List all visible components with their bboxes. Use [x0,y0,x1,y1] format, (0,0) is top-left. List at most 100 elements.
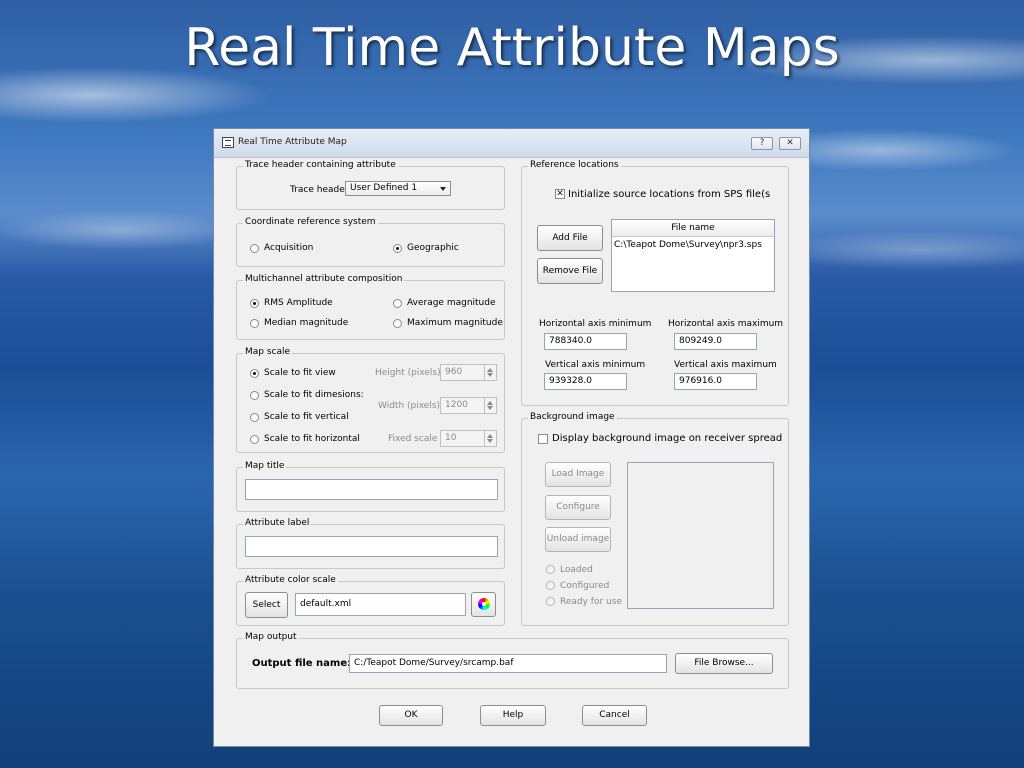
trace-header-group-title: Trace header containing attribute [243,160,398,170]
status-ready-label: Ready for use [560,597,622,607]
map-output-group-title: Map output [243,632,299,642]
scale-fit-view-label: Scale to fit view [264,368,336,378]
slide-title: Real Time Attribute Maps [184,18,840,78]
height-pixels-value: 960 [445,367,463,377]
v-axis-max-label: Vertical axis maximum [674,360,777,370]
close-icon[interactable]: ✕ [779,137,801,150]
median-magnitude-radio[interactable] [250,319,259,328]
arrow-up-icon [487,368,493,372]
scale-fit-dimensions-label: Scale to fit dimesions: [264,390,364,400]
maximum-magnitude-radio[interactable] [393,319,402,328]
average-magnitude-radio[interactable] [393,299,402,308]
multichannel-group-title: Multichannel attribute composition [243,274,405,284]
crs-group-title: Coordinate reference system [243,217,378,227]
background-image-group: Background image Display background imag… [521,412,789,626]
crs-acquisition-radio[interactable] [250,244,259,253]
map-title-group: Map title [236,461,505,512]
rms-amplitude-radio[interactable] [250,299,259,308]
init-sps-label: Initialize source locations from SPS fil… [568,189,771,200]
trace-header-label: Trace header [290,185,349,195]
reference-locations-group: Reference locations ✕ Initialize source … [521,160,789,406]
arrow-up-icon [487,401,493,405]
height-stepper[interactable] [484,365,496,380]
chevron-down-icon [440,187,446,191]
map-title-input[interactable] [245,479,498,500]
display-background-checkbox[interactable] [538,434,548,444]
output-file-input[interactable]: C:/Teapot Dome/Survey/srcamp.baf [349,654,667,673]
trace-header-select[interactable]: User Defined 1 [345,181,451,196]
sps-file-list[interactable]: File name C:\Teapot Dome\Survey\npr3.sps [611,219,775,292]
status-configured-radio[interactable] [546,581,555,590]
attribute-label-group: Attribute label [236,518,505,569]
output-file-label: Output file name: [252,658,352,669]
v-axis-min-label: Vertical axis minimum [545,360,646,370]
crs-geographic-label: Geographic [407,243,459,253]
scale-fit-vertical-label: Scale to fit vertical [264,412,349,422]
cancel-button[interactable]: Cancel [582,705,647,726]
help-title-button[interactable]: ? [751,137,773,150]
scale-fit-horizontal-label: Scale to fit horizontal [264,434,360,444]
status-loaded-radio[interactable] [546,565,555,574]
init-sps-checkbox[interactable]: ✕ [555,189,565,199]
help-button[interactable]: Help [480,705,546,726]
load-image-button[interactable]: Load Image [545,462,611,487]
ok-button[interactable]: OK [379,705,443,726]
color-picker-button[interactable] [471,592,496,617]
color-scale-group: Attribute color scale Select default.xml [236,575,505,626]
trace-header-selected: User Defined 1 [350,183,418,193]
v-axis-max-input[interactable]: 976916.0 [674,373,757,390]
color-scale-file-input[interactable]: default.xml [295,593,466,616]
remove-file-button[interactable]: Remove File [537,258,603,284]
status-ready-radio[interactable] [546,597,555,606]
scale-fit-dimensions-radio[interactable] [250,391,259,400]
fixed-scale-stepper[interactable] [484,431,496,446]
fixed-scale-spinbox[interactable]: 10 [440,430,497,447]
average-magnitude-label: Average magnitude [407,298,496,308]
dialog-titlebar: Real Time Attribute Map ? ✕ [214,129,809,158]
v-axis-min-input[interactable]: 939328.0 [544,373,627,390]
multichannel-group: Multichannel attribute composition RMS A… [236,274,505,340]
maximum-magnitude-label: Maximum magnitude [407,318,503,328]
median-magnitude-label: Median magnitude [264,318,349,328]
file-list-item[interactable]: C:\Teapot Dome\Survey\npr3.sps [614,238,762,252]
crs-acquisition-label: Acquisition [264,243,314,253]
status-loaded-label: Loaded [560,565,593,575]
width-pixels-spinbox[interactable]: 1200 [440,397,497,414]
crs-group: Coordinate reference system Acquisition … [236,217,505,267]
scale-fit-horizontal-radio[interactable] [250,435,259,444]
color-wheel-icon [478,598,490,610]
map-scale-group-title: Map scale [243,347,293,357]
fixed-scale-label: Fixed scale [388,434,438,444]
scale-fit-view-radio[interactable] [250,369,259,378]
fixed-scale-value: 10 [445,433,457,443]
file-name-column-header[interactable]: File name [612,220,774,237]
width-pixels-value: 1200 [445,400,468,410]
trace-header-group: Trace header containing attribute Trace … [236,160,505,210]
h-axis-max-input[interactable]: 809249.0 [674,333,757,350]
color-scale-group-title: Attribute color scale [243,575,338,585]
height-pixels-spinbox[interactable]: 960 [440,364,497,381]
height-pixels-label: Height (pixels) [375,368,441,378]
select-color-scale-button[interactable]: Select [245,592,288,618]
width-stepper[interactable] [484,398,496,413]
status-configured-label: Configured [560,581,610,591]
background-image-preview [627,462,774,609]
arrow-down-icon [487,373,493,377]
file-browse-button[interactable]: File Browse... [675,653,773,674]
crs-geographic-radio[interactable] [393,244,402,253]
attribute-label-input[interactable] [245,536,498,557]
map-output-group: Map output Output file name: C:/Teapot D… [236,632,789,689]
h-axis-min-label: Horizontal axis minimum [539,319,652,329]
dialog-title: Real Time Attribute Map [238,137,347,147]
add-file-button[interactable]: Add File [537,225,603,251]
display-background-label: Display background image on receiver spr… [552,433,783,444]
attribute-map-dialog: Real Time Attribute Map ? ✕ Trace header… [213,128,810,747]
background-image-group-title: Background image [528,412,617,422]
unload-image-button[interactable]: Unload image [545,527,611,552]
arrow-up-icon [487,434,493,438]
h-axis-min-input[interactable]: 788340.0 [544,333,627,350]
configure-button[interactable]: Configure [545,495,611,520]
width-pixels-label: Width (pixels) [378,401,441,411]
map-title-group-title: Map title [243,461,287,471]
scale-fit-vertical-radio[interactable] [250,413,259,422]
